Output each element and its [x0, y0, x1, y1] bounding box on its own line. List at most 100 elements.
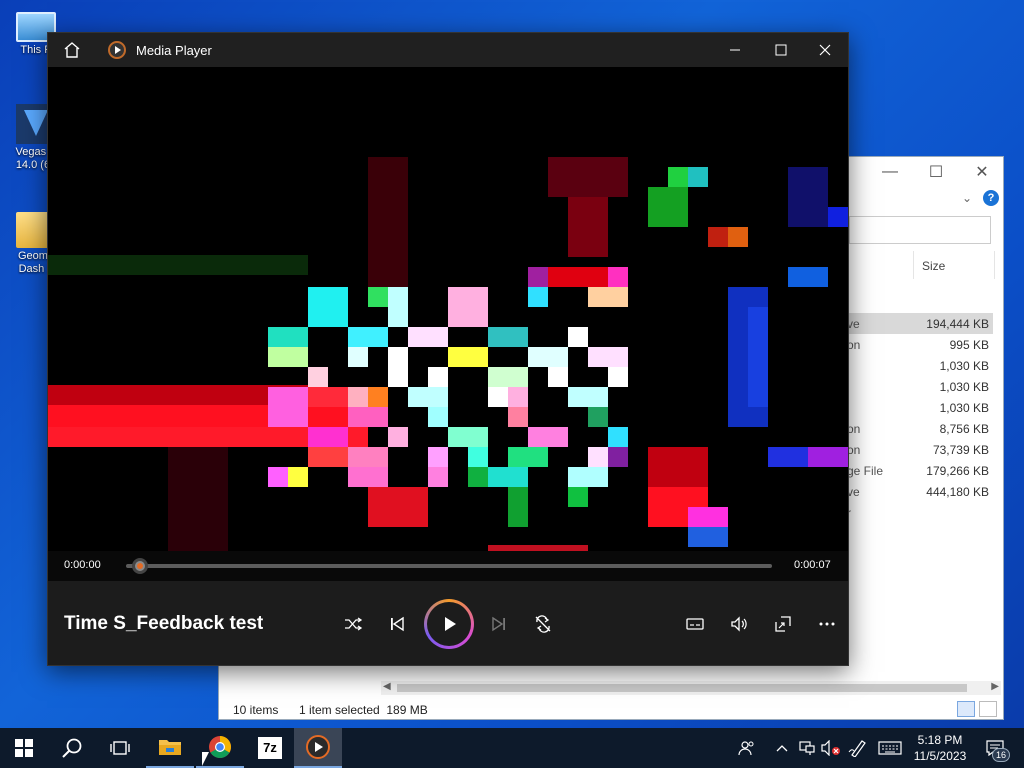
search-input[interactable]: [849, 216, 991, 244]
volume-icon: [731, 616, 747, 632]
track-title: Time S_Feedback test: [64, 613, 264, 634]
people-icon: [738, 741, 754, 756]
mouse-cursor: [202, 752, 209, 766]
volume-tray-button[interactable]: [820, 728, 842, 768]
next-button[interactable]: [484, 609, 514, 639]
captions-button[interactable]: [680, 609, 710, 639]
file-type: on: [847, 338, 861, 352]
selection-info: 1 item selected 189 MB: [299, 703, 428, 717]
mini-player-button[interactable]: [768, 609, 798, 639]
home-icon[interactable]: [62, 40, 82, 60]
media-player-icon: [108, 41, 126, 59]
seek-handle[interactable]: [132, 558, 148, 574]
touch-keyboard-button[interactable]: [876, 728, 904, 768]
close-button[interactable]: ✕: [959, 157, 1005, 187]
volume-button[interactable]: [724, 609, 754, 639]
maximize-button[interactable]: [758, 33, 804, 67]
captions-icon: [686, 618, 704, 630]
previous-button[interactable]: [382, 609, 412, 639]
status-bar: 10 items 1 item selected 189 MB: [219, 697, 1003, 721]
play-button[interactable]: [424, 599, 474, 649]
skip-previous-icon: [391, 616, 404, 632]
file-type: on: [847, 422, 861, 436]
task-view-button[interactable]: [96, 728, 144, 768]
pen-icon: [848, 740, 866, 757]
list-item[interactable]: 1,030 KB: [837, 397, 993, 418]
minimize-button[interactable]: —: [867, 157, 913, 187]
chevron-up-icon: [776, 745, 788, 752]
file-size: 194,444 KB: [926, 317, 989, 331]
network-button[interactable]: [796, 728, 818, 768]
clock-time: 5:18 PM: [917, 733, 963, 747]
list-item[interactable]: r: [837, 502, 993, 523]
show-hidden-icons-button[interactable]: [772, 728, 792, 768]
taskbar-7zip[interactable]: 7z: [246, 728, 294, 768]
title-bar[interactable]: Media Player: [48, 33, 848, 67]
file-size: 1,030 KB: [939, 359, 989, 373]
file-size: 1,030 KB: [939, 380, 989, 394]
minimize-button[interactable]: [712, 33, 758, 67]
more-options-button[interactable]: [812, 609, 842, 639]
action-center-button[interactable]: 16: [980, 728, 1010, 768]
horizontal-scrollbar[interactable]: ◀ ▶: [381, 681, 1001, 695]
people-button[interactable]: [734, 728, 760, 768]
repeat-button[interactable]: [528, 609, 558, 639]
file-size: 8,756 KB: [939, 422, 989, 436]
list-item[interactable]: on 995 KB: [837, 334, 993, 355]
start-button[interactable]: [0, 728, 48, 768]
details-view-icon[interactable]: [957, 701, 975, 717]
file-size: 444,180 KB: [926, 485, 989, 499]
taskbar-media-player[interactable]: [294, 728, 342, 768]
app-title: Media Player: [136, 43, 212, 58]
list-item[interactable]: on 8,756 KB: [837, 418, 993, 439]
list-item[interactable]: 1,030 KB: [837, 355, 993, 376]
file-explorer-icon: [159, 740, 181, 755]
more-icon: [819, 622, 835, 626]
video-frame[interactable]: [48, 67, 848, 551]
7zip-icon: 7z: [258, 737, 282, 759]
keyboard-icon: [878, 741, 902, 755]
seek-slider[interactable]: [126, 564, 772, 568]
help-icon[interactable]: ?: [983, 190, 999, 206]
mini-player-icon: [775, 616, 791, 632]
list-item[interactable]: ve 194,444 KB: [837, 313, 993, 334]
list-item[interactable]: 1,030 KB: [837, 376, 993, 397]
taskbar-file-explorer[interactable]: [146, 728, 194, 768]
seek-bar-area: 0:00:00 0:00:07: [48, 551, 848, 581]
list-item[interactable]: ge File 179,266 KB: [837, 460, 993, 481]
close-button[interactable]: [802, 33, 848, 67]
list-item[interactable]: ve 444,180 KB: [837, 481, 993, 502]
maximize-button[interactable]: ☐: [913, 157, 959, 187]
search-button[interactable]: [48, 728, 96, 768]
search-icon: [62, 738, 82, 758]
shuffle-icon: [345, 617, 363, 631]
chevron-down-icon[interactable]: ⌄: [962, 191, 972, 205]
task-view-icon: [110, 741, 130, 755]
scroll-right-icon[interactable]: ▶: [991, 681, 999, 692]
current-time: 0:00:00: [64, 559, 101, 571]
list-item[interactable]: on 73,739 KB: [837, 439, 993, 460]
media-player-icon: [306, 735, 330, 759]
network-icon: [799, 741, 815, 755]
clock-date: 11/5/2023: [913, 749, 967, 763]
shuffle-button[interactable]: [338, 609, 368, 639]
repeat-icon: [535, 615, 551, 633]
scrollbar-thumb[interactable]: [397, 684, 967, 692]
file-size: 995 KB: [949, 338, 989, 352]
file-size: 179,266 KB: [926, 464, 989, 478]
media-player-window: Media Player 0:00:00 0:00:07 Time S_Feed…: [47, 32, 849, 666]
file-type: on: [847, 443, 861, 457]
start-icon: [15, 739, 33, 757]
file-size: 73,739 KB: [932, 443, 989, 457]
taskbar: 7z 5:18 PM 11/5/2023 16: [0, 728, 1024, 768]
chrome-icon: [209, 736, 231, 758]
volume-muted-icon: [821, 740, 840, 756]
skip-next-icon: [492, 616, 505, 632]
clock[interactable]: 5:18 PM 11/5/2023: [908, 728, 972, 768]
column-header-size[interactable]: Size: [913, 251, 995, 279]
scroll-left-icon[interactable]: ◀: [383, 681, 391, 692]
windows-ink-button[interactable]: [846, 728, 870, 768]
large-icons-view-icon[interactable]: [979, 701, 997, 717]
file-size: 1,030 KB: [939, 401, 989, 415]
playback-controls: Time S_Feedback test: [48, 581, 848, 665]
